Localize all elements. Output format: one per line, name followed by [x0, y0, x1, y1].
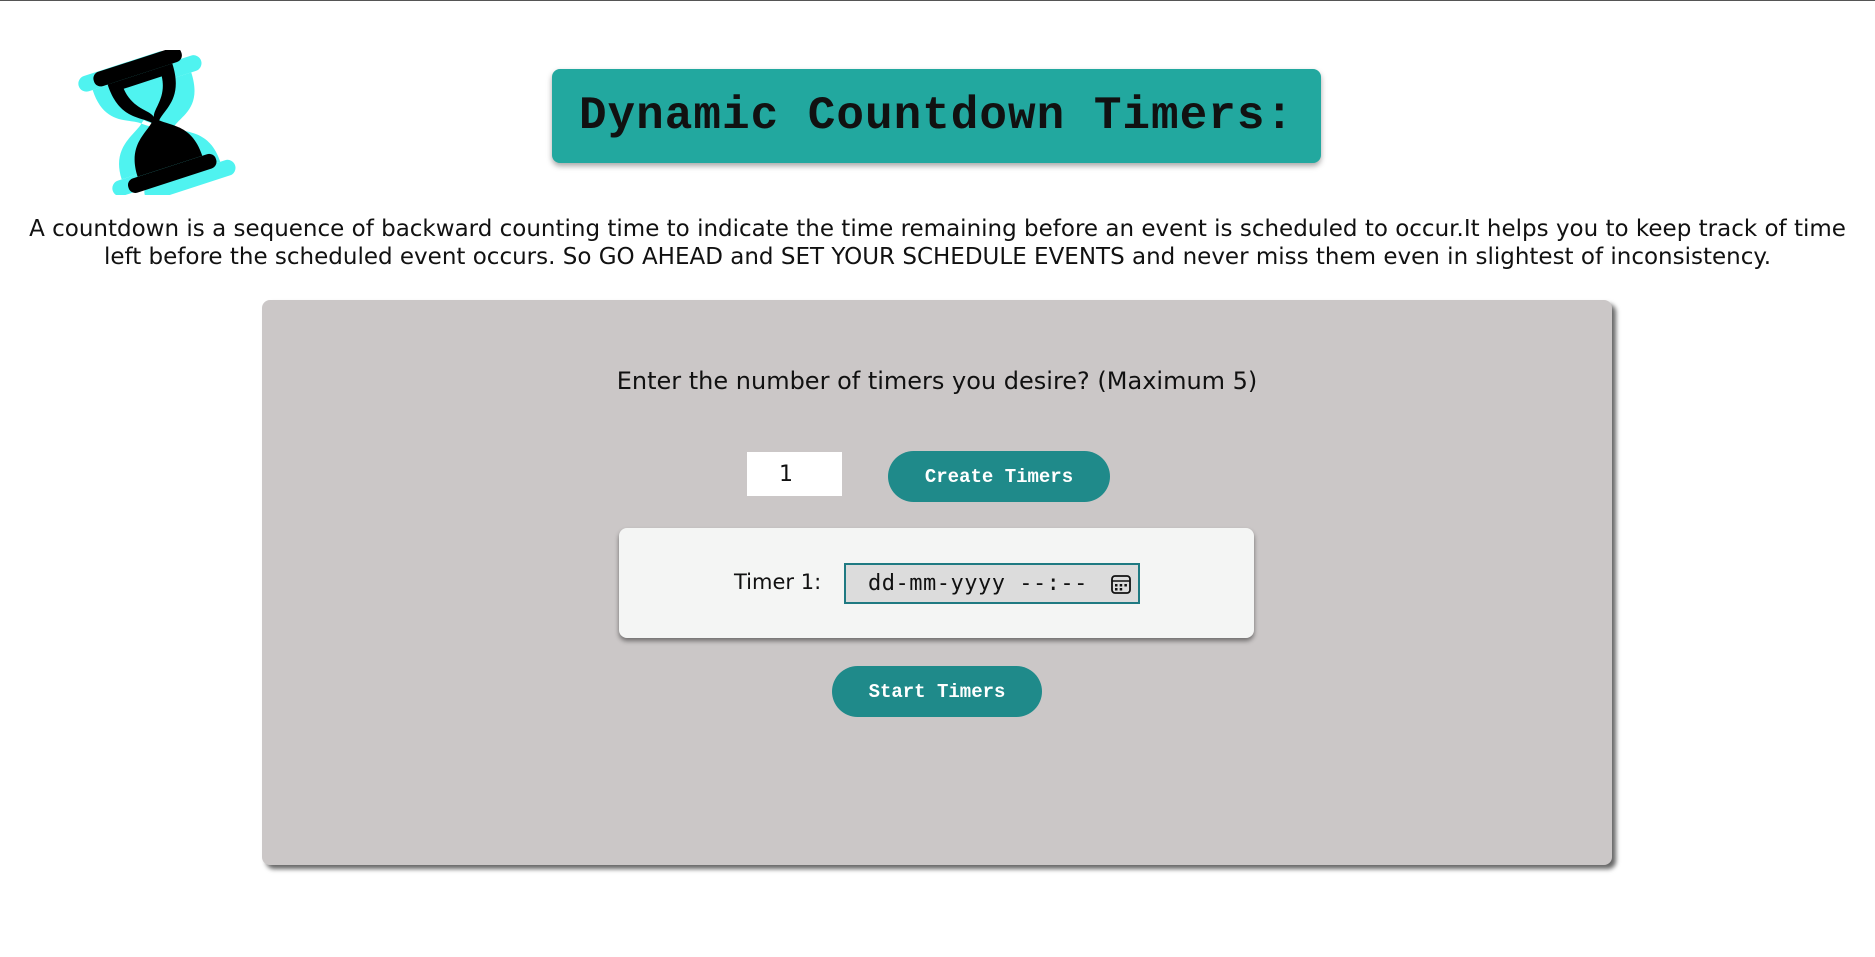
- start-timers-button[interactable]: Start Timers: [832, 666, 1042, 717]
- page-title: Dynamic Countdown Timers:: [578, 90, 1295, 142]
- create-timers-button[interactable]: Create Timers: [888, 451, 1110, 502]
- calendar-icon[interactable]: [1110, 573, 1132, 595]
- timer-panel: Enter the number of timers you desire? (…: [262, 300, 1612, 865]
- timer-card: Timer 1: dd-mm-yyyy --:--: [619, 528, 1254, 638]
- datetime-input[interactable]: dd-mm-yyyy --:--: [844, 563, 1140, 604]
- hourglass-icon: [78, 47, 236, 201]
- top-border: [0, 0, 1875, 1]
- timer-label: Timer 1:: [734, 570, 822, 594]
- timer-count-prompt: Enter the number of timers you desire? (…: [616, 367, 1258, 395]
- timer-count-input[interactable]: [747, 452, 842, 496]
- hourglass-logo: [55, 47, 240, 201]
- title-banner: Dynamic Countdown Timers:: [552, 69, 1321, 163]
- datetime-placeholder: dd-mm-yyyy --:--: [868, 571, 1088, 596]
- page-description: A countdown is a sequence of backward co…: [29, 216, 1846, 270]
